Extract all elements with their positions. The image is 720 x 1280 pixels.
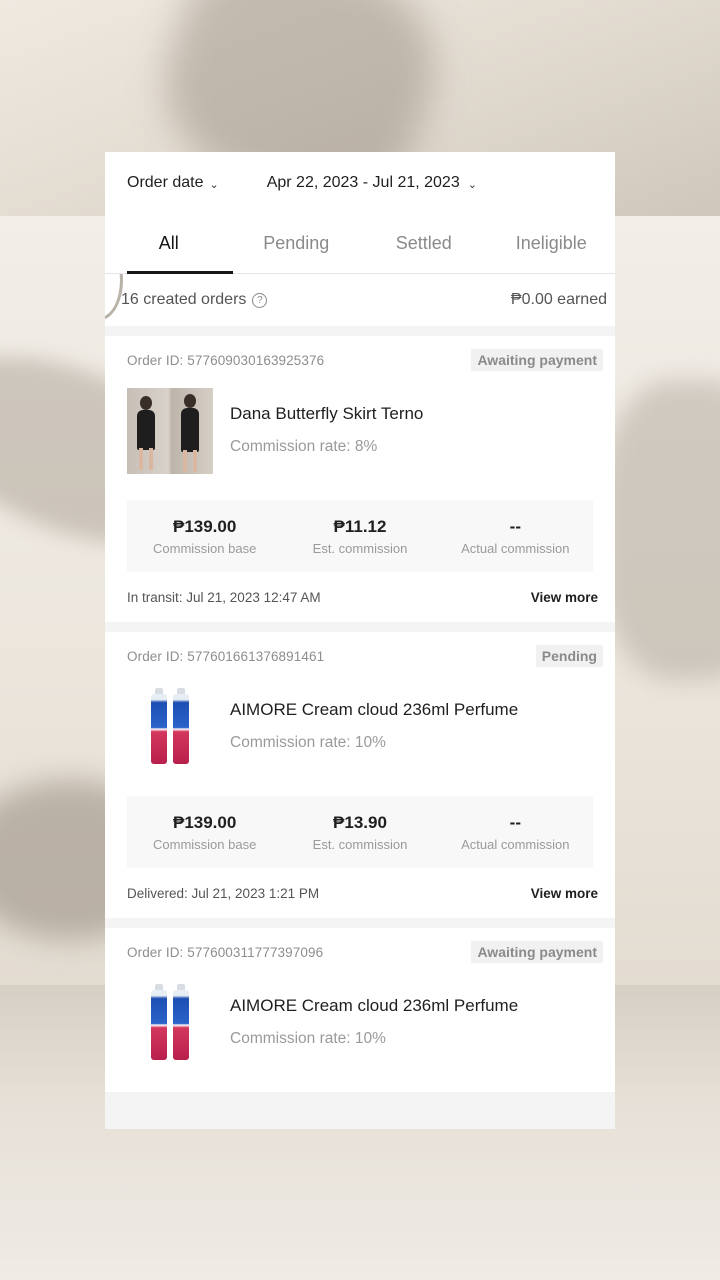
est-commission-value: ₱11.12 — [333, 516, 387, 536]
tab-settled[interactable]: Settled — [360, 214, 488, 273]
product-image[interactable] — [127, 980, 213, 1066]
order-card: Order ID: 577600311777397096 Awaiting pa… — [105, 928, 615, 1092]
help-circle-icon[interactable]: ? — [252, 292, 268, 308]
order-date-dropdown[interactable]: Order date ⌄ — [127, 174, 219, 192]
status-badge: Awaiting payment — [471, 349, 603, 371]
chevron-down-icon: ⌄ — [209, 178, 219, 191]
actual-commission-value: -- — [509, 516, 521, 536]
earned-amount: ₱0.00 earned — [510, 291, 607, 308]
tab-ineligible[interactable]: Ineligible — [488, 214, 616, 273]
shipping-status: In transit: Jul 21, 2023 12:47 AM — [127, 589, 321, 605]
tab-pending[interactable]: Pending — [233, 214, 361, 273]
order-card: Order ID: 577609030163925376 Awaiting pa… — [105, 336, 615, 622]
status-badge: Pending — [535, 645, 603, 667]
product-image[interactable] — [127, 684, 213, 770]
product-name[interactable]: Dana Butterfly Skirt Terno — [230, 404, 423, 424]
actual-commission-label: Actual commission — [461, 836, 570, 852]
commission-base-value: ₱139.00 — [172, 516, 237, 536]
order-card: Order ID: 577601661376891461 Pending AIM… — [105, 632, 615, 918]
order-id: Order ID: 577600311777397096 — [127, 944, 324, 960]
product-image[interactable] — [127, 388, 213, 474]
commission-stats: ₱139.00 Commission base ₱13.90 Est. comm… — [127, 796, 593, 868]
status-badge: Awaiting payment — [471, 941, 603, 963]
commission-rate: Commission rate: 8% — [230, 438, 378, 455]
background-shadow — [600, 380, 720, 680]
shipping-status: Delivered: Jul 21, 2023 1:21 PM — [127, 885, 320, 901]
est-commission-label: Est. commission — [312, 540, 408, 556]
commission-stats: ₱139.00 Commission base ₱11.12 Est. comm… — [127, 500, 593, 572]
view-more-link[interactable]: View more — [531, 886, 598, 901]
order-id: Order ID: 577601661376891461 — [127, 648, 325, 664]
est-commission-label: Est. commission — [312, 836, 408, 852]
commission-rate: Commission rate: 10% — [230, 734, 386, 751]
product-name[interactable]: AIMORE Cream cloud 236ml Perfume — [230, 996, 518, 1016]
created-orders-count: 16 created orders — [121, 291, 247, 308]
orders-panel: Order date ⌄ Apr 22, 2023 - Jul 21, 2023… — [105, 152, 615, 1129]
actual-commission-value: -- — [509, 812, 521, 832]
orders-summary: 16 created orders ? ₱0.00 earned — [105, 274, 615, 326]
commission-base-value: ₱139.00 — [172, 812, 237, 832]
order-id: Order ID: 577609030163925376 — [127, 352, 325, 368]
commission-rate: Commission rate: 10% — [230, 1030, 386, 1047]
filter-bar: Order date ⌄ Apr 22, 2023 - Jul 21, 2023… — [105, 152, 615, 214]
commission-base-label: Commission base — [153, 836, 257, 852]
commission-base-label: Commission base — [153, 540, 257, 556]
est-commission-value: ₱13.90 — [333, 812, 387, 832]
date-range-label: Apr 22, 2023 - Jul 21, 2023 — [266, 174, 460, 191]
actual-commission-label: Actual commission — [461, 540, 570, 556]
status-tabs: All Pending Settled Ineligible — [105, 214, 615, 274]
product-name[interactable]: AIMORE Cream cloud 236ml Perfume — [230, 700, 518, 720]
view-more-link[interactable]: View more — [531, 590, 598, 605]
chevron-down-icon: ⌄ — [467, 178, 477, 191]
tab-all[interactable]: All — [105, 214, 233, 274]
date-range-dropdown[interactable]: Apr 22, 2023 - Jul 21, 2023 ⌄ — [267, 174, 477, 192]
order-date-label: Order date — [127, 174, 204, 191]
